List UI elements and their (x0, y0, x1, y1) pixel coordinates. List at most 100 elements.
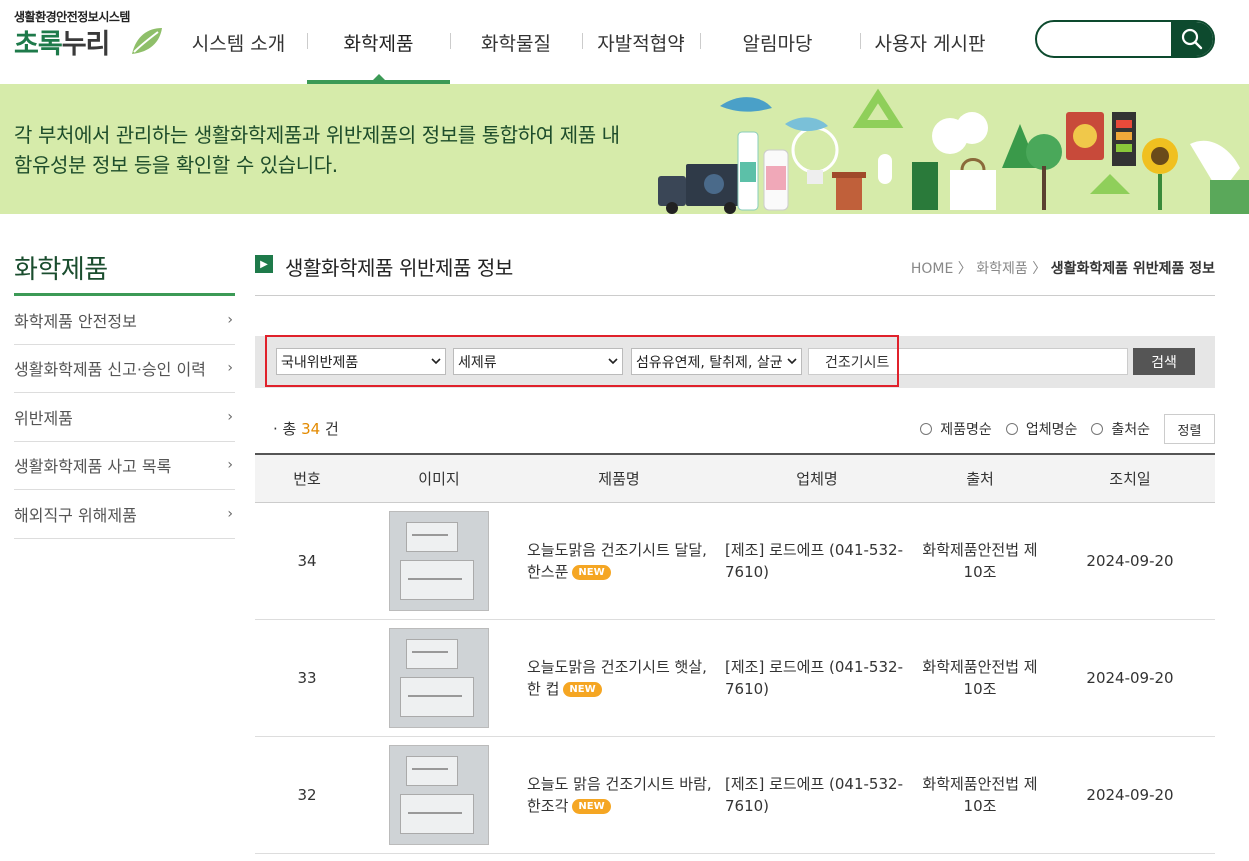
keyword-value: 건조기시트 (825, 354, 890, 371)
column-header: 번호 (293, 470, 321, 488)
total-prefix: · 총 (273, 420, 297, 438)
table-row[interactable]: 34 오늘도맑음 건조기시트 달달, 한스푼 NEW [제조] 로드에프 (041… (255, 503, 1215, 620)
chevron-down-icon (608, 358, 618, 365)
sidebar-item-label: 생활화학제품 사고 목록 (14, 457, 172, 477)
logo-title: 초록누리 (14, 22, 111, 61)
source: 화학제품안전법 제 10조 (922, 775, 1038, 815)
sidebar-item-label: 화학제품 안전정보 (14, 311, 137, 331)
chevron-right-icon: › (227, 505, 233, 522)
chevron-down-icon (431, 358, 441, 365)
chevron-right-icon: › (227, 311, 233, 328)
sidebar-item-label: 생활화학제품 신고·승인 이력 (14, 360, 206, 380)
sort-label: 제품명순 (940, 422, 992, 438)
sidebar-item-violation-products[interactable]: 위반제품 › (14, 393, 235, 442)
sort-by-product-name[interactable]: 제품명순 (920, 419, 992, 439)
table-row[interactable]: 33 오늘도맑음 건조기시트 햇살, 한 컵 NEW [제조] 로드에프 (041… (255, 620, 1215, 737)
action-date: 2024-09-20 (1086, 669, 1174, 687)
sidebar-item-accident-list[interactable]: 생활화학제품 사고 목록 › (14, 442, 235, 490)
sidebar: 화학제품 화학제품 안전정보 › 생활화학제품 신고·승인 이력 › 위반제품 … (14, 238, 235, 539)
table-row[interactable]: 32 오늘도 맑음 건조기시트 바람, 한조각 NEW [제조] 로드에프 (04… (255, 737, 1215, 854)
global-search-button[interactable] (1171, 22, 1213, 56)
new-badge: NEW (563, 682, 602, 697)
product-image-cell (359, 503, 519, 619)
page-header: ▶ 생활화학제품 위반제품 정보 HOME 〉 화학제품 〉 생활화학제품 위반… (255, 238, 1215, 296)
product-thumbnail[interactable] (389, 511, 489, 611)
main-content: ▶ 생활화학제품 위반제품 정보 HOME 〉 화학제품 〉 생활화학제품 위반… (255, 238, 1215, 854)
nav-label: 화학제품 (343, 32, 414, 55)
logo-title-part-2: 누리 (61, 29, 111, 60)
search-icon (1181, 28, 1203, 50)
product-name[interactable]: 오늘도맑음 건조기시트 햇살, 한 컵 (527, 658, 707, 698)
sidebar-item-report-history[interactable]: 생활화학제품 신고·승인 이력 › (14, 345, 235, 393)
nav-item-chemical-products[interactable]: 화학제품 (307, 0, 450, 84)
category-value: 세제류 (458, 354, 497, 371)
nav-divider (307, 33, 308, 49)
nav-item-notice[interactable]: 알림마당 (700, 0, 855, 84)
company-name: [제조] 로드에프 (041-532-7610) (725, 541, 903, 581)
table-header: 번호 이미지 제품명 업체명 출처 조치일 (255, 453, 1215, 503)
radio-icon (920, 423, 933, 435)
source: 화학제품안전법 제 10조 (922, 541, 1038, 581)
product-name-cell[interactable]: 오늘도 맑음 건조기시트 바람, 한조각 NEW (519, 737, 719, 853)
new-badge: NEW (572, 565, 611, 580)
page-title: 생활화학제품 위반제품 정보 (285, 256, 513, 280)
nav-item-system-intro[interactable]: 시스템 소개 (170, 0, 307, 84)
site-logo[interactable]: 생활환경안전정보시스템 초록누리 (14, 8, 164, 62)
list-info-bar: · 총 34 건 제품명순 업체명순 출처순 정렬 (255, 414, 1215, 444)
row-number: 34 (297, 552, 317, 570)
nav-item-user-board[interactable]: 사용자 게시판 (855, 0, 1005, 84)
row-number: 33 (297, 669, 317, 687)
breadcrumb-separator: 〉 (1032, 261, 1047, 277)
product-thumbnail[interactable] (389, 745, 489, 845)
sidebar-title: 화학제품 (14, 238, 235, 296)
chevron-right-icon: › (227, 457, 233, 474)
title-arrow-icon: ▶ (255, 255, 273, 273)
global-search (1035, 20, 1215, 58)
product-type-value: 국내위반제품 (281, 354, 359, 371)
sort-button[interactable]: 정렬 (1164, 414, 1215, 444)
keyword-input[interactable]: 건조기시트 (808, 348, 1128, 375)
breadcrumb-level1[interactable]: 화학제품 (976, 261, 1028, 277)
category-select[interactable]: 세제류 (453, 348, 623, 375)
chevron-down-icon (787, 356, 797, 366)
product-thumbnail[interactable] (389, 628, 489, 728)
company-name: [제조] 로드에프 (041-532-7610) (725, 775, 903, 815)
breadcrumb: HOME 〉 화학제품 〉 생활화학제품 위반제품 정보 (911, 258, 1215, 278)
nav-label: 자발적협약 (597, 32, 685, 55)
total-suffix: 건 (325, 420, 339, 438)
product-name-cell[interactable]: 오늘도맑음 건조기시트 달달, 한스푼 NEW (519, 503, 719, 619)
subcategory-value: 섬유유연제, 탈취제, 살균 (636, 354, 783, 371)
action-date: 2024-09-20 (1086, 786, 1174, 804)
product-type-select[interactable]: 국내위반제품 (276, 348, 446, 375)
product-name[interactable]: 오늘도맑음 건조기시트 달달, 한스푼 (527, 541, 707, 581)
sidebar-item-label: 해외직구 위해제품 (14, 505, 137, 525)
column-header: 출처 (966, 470, 994, 488)
sidebar-item-overseas-hazard[interactable]: 해외직구 위해제품 › (14, 490, 235, 539)
breadcrumb-separator: 〉 (957, 261, 972, 277)
nav-item-voluntary-agreement[interactable]: 자발적협약 (582, 0, 700, 84)
product-name[interactable]: 오늘도 맑음 건조기시트 바람, 한조각 (527, 775, 712, 815)
global-search-input[interactable] (1047, 28, 1167, 50)
product-name-cell[interactable]: 오늘도맑음 건조기시트 햇살, 한 컵 NEW (519, 620, 719, 736)
sidebar-item-safety-info[interactable]: 화학제품 안전정보 › (14, 296, 235, 345)
subcategory-select[interactable]: 섬유유연제, 탈취제, 살균 (631, 348, 802, 375)
breadcrumb-home[interactable]: HOME (911, 261, 953, 277)
action-date: 2024-09-20 (1086, 552, 1174, 570)
intro-banner: 각 부처에서 관리하는 생활화학제품과 위반제품의 정보를 통합하여 제품 내 … (0, 84, 1249, 214)
banner-text: 각 부처에서 관리하는 생활화학제품과 위반제품의 정보를 통합하여 제품 내 … (14, 120, 620, 180)
sort-by-source[interactable]: 출처순 (1091, 419, 1150, 439)
search-button[interactable]: 검색 (1133, 348, 1195, 375)
column-header: 제품명 (598, 470, 640, 488)
banner-illustration (658, 88, 1249, 214)
sort-label: 업체명순 (1025, 422, 1078, 438)
total-count: · 총 34 건 (273, 418, 339, 439)
sort-label: 출처순 (1111, 422, 1150, 438)
nav-item-chemical-substances[interactable]: 화학물질 (450, 0, 582, 84)
radio-icon (1091, 423, 1104, 435)
banner-line-1: 각 부처에서 관리하는 생활화학제품과 위반제품의 정보를 통합하여 제품 내 (14, 123, 620, 147)
sort-by-company-name[interactable]: 업체명순 (1005, 419, 1078, 439)
logo-title-part-1: 초록 (14, 29, 63, 60)
breadcrumb-current: 생활화학제품 위반제품 정보 (1050, 261, 1215, 277)
chevron-right-icon: › (227, 408, 233, 425)
row-number: 32 (297, 786, 317, 804)
